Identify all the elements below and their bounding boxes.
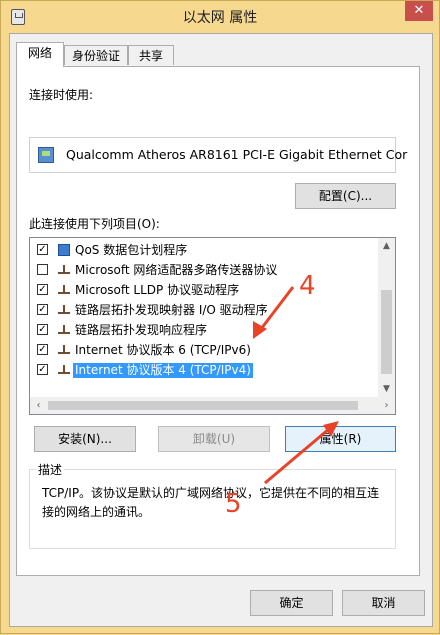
- dialog-client-area: 网络 身份验证 共享 连接时使用: Qualcomm Atheros AR816…: [9, 33, 433, 627]
- item-checkbox[interactable]: ✓: [37, 304, 48, 315]
- close-button[interactable]: ✕: [405, 1, 433, 21]
- tab-authentication[interactable]: 身份验证: [64, 45, 128, 65]
- item-label: 链路层拓扑发现响应程序: [75, 323, 208, 337]
- item-label: Internet 协议版本 6 (TCP/IPv6): [75, 343, 251, 357]
- list-item-ipv4[interactable]: ✓ Internet 协议版本 4 (TCP/IPv4): [30, 360, 370, 380]
- list-item-lldp[interactable]: ✓ Microsoft LLDP 协议驱动程序: [30, 280, 370, 300]
- adapter-box: Qualcomm Atheros AR8161 PCI-E Gigabit Et…: [29, 137, 407, 173]
- item-checkbox[interactable]: ✓: [37, 344, 48, 355]
- qos-icon: [58, 244, 70, 256]
- list-item-lltd-mapper[interactable]: ✓ 链路层拓扑发现映射器 I/O 驱动程序: [30, 300, 370, 320]
- item-checkbox[interactable]: ✓: [37, 324, 48, 335]
- item-checkbox[interactable]: ✓: [37, 244, 48, 255]
- item-checkbox[interactable]: ✓: [37, 284, 48, 295]
- description-text: TCP/IP。该协议是默认的广域网络协议，它提供在不同的相互连接的网络上的通讯。: [42, 486, 380, 519]
- items-list-label: 此连接使用下列项目(O):: [29, 217, 160, 231]
- item-label: Microsoft LLDP 协议驱动程序: [75, 283, 240, 297]
- item-label: Internet 协议版本 4 (TCP/IPv4): [73, 363, 253, 378]
- scroll-left-icon[interactable]: ‹: [30, 397, 47, 414]
- protocol-icon: [58, 364, 70, 376]
- annotation-number-4: 4: [299, 271, 316, 301]
- components-list[interactable]: ✓ QoS 数据包计划程序 Microsoft 网络适配器多路传送器协议 ✓ M…: [29, 237, 396, 415]
- scroll-right-icon[interactable]: ›: [378, 397, 395, 414]
- network-tab-panel: 连接时使用: Qualcomm Atheros AR8161 PCI-E Gig…: [16, 66, 420, 576]
- horizontal-scrollbar[interactable]: ‹ ›: [30, 397, 395, 414]
- item-checkbox[interactable]: [37, 264, 48, 275]
- item-checkbox[interactable]: ✓: [37, 364, 48, 375]
- connect-using-label: 连接时使用:: [29, 88, 94, 102]
- item-label: Microsoft 网络适配器多路传送器协议: [75, 263, 278, 277]
- list-item-lltd-responder[interactable]: ✓ 链路层拓扑发现响应程序: [30, 320, 370, 340]
- tab-sharing[interactable]: 共享: [128, 45, 174, 65]
- description-title: 描述: [36, 461, 65, 478]
- protocol-icon: [58, 344, 70, 356]
- vertical-scrollbar[interactable]: ▲ ▼: [378, 238, 395, 397]
- item-label: 链路层拓扑发现映射器 I/O 驱动程序: [75, 303, 268, 317]
- network-adapter-icon: [38, 147, 54, 163]
- protocol-icon: [58, 264, 70, 276]
- uninstall-button[interactable]: 卸载(U): [158, 426, 270, 452]
- properties-window: 以太网 属性 ✕ 网络 身份验证 共享 连接时使用: Qualcomm Athe…: [0, 0, 440, 634]
- list-item-ipv6[interactable]: ✓ Internet 协议版本 6 (TCP/IPv6): [30, 340, 370, 360]
- tab-network[interactable]: 网络: [16, 42, 64, 67]
- description-group: 描述 TCP/IP。该协议是默认的广域网络协议，它提供在不同的相互连接的网络上的…: [29, 461, 396, 549]
- annotation-number-5: 5: [225, 489, 242, 519]
- item-label: QoS 数据包计划程序: [75, 243, 188, 257]
- scroll-down-icon[interactable]: ▼: [378, 381, 395, 397]
- protocol-icon: [58, 284, 70, 296]
- window-title: 以太网 属性: [182, 10, 258, 26]
- protocol-icon: [58, 304, 70, 316]
- list-item-qos[interactable]: ✓ QoS 数据包计划程序: [30, 240, 370, 260]
- configure-button[interactable]: 配置(C)...: [295, 183, 396, 209]
- list-item-multiplexor[interactable]: Microsoft 网络适配器多路传送器协议: [30, 260, 370, 280]
- horizontal-scroll-thumb[interactable]: [48, 401, 358, 410]
- install-button[interactable]: 安装(N)...: [34, 426, 136, 452]
- protocol-icon: [58, 324, 70, 336]
- vertical-scroll-thumb[interactable]: [381, 290, 392, 374]
- scroll-up-icon[interactable]: ▲: [378, 238, 395, 254]
- properties-button[interactable]: 属性(R): [285, 426, 396, 452]
- adapter-name: Qualcomm Atheros AR8161 PCI-E Gigabit Et…: [66, 147, 408, 162]
- title-bar: 以太网 属性 ✕: [1, 1, 439, 33]
- cancel-button[interactable]: 取消: [342, 590, 425, 616]
- ok-button[interactable]: 确定: [250, 590, 333, 616]
